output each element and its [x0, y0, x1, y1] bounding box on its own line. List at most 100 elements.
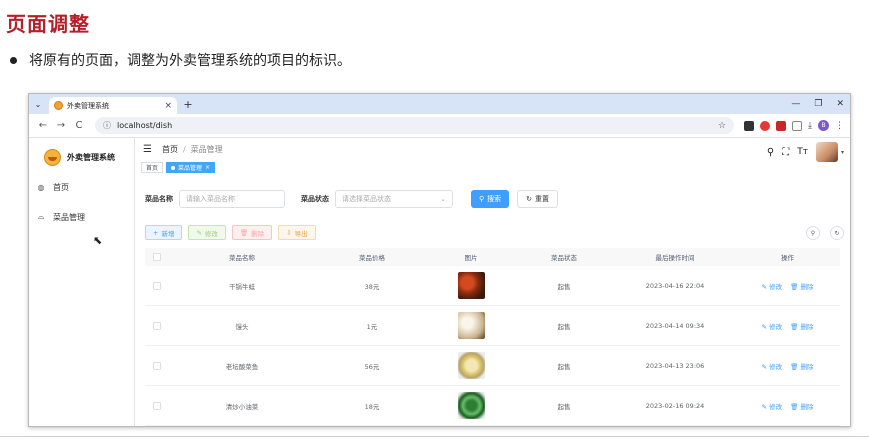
row-edit-label: 修改 [769, 282, 783, 291]
url-text: localhost/dish [117, 121, 173, 130]
table-row: 清炒小油菜 18元 起售 2023-02-16 09:24 ✎ 修改 🗑 删除 [145, 386, 840, 426]
row-edit-button[interactable]: ✎ 修改 [762, 281, 783, 291]
row-delete-button[interactable]: 🗑 删除 [790, 401, 813, 411]
row-checkbox[interactable] [153, 401, 161, 410]
search-button[interactable]: ⚲ 搜索 [471, 190, 510, 208]
new-tab-button[interactable]: + [180, 94, 196, 114]
back-icon[interactable]: ← [35, 120, 51, 131]
select-placeholder: 请选择菜品状态 [342, 195, 391, 203]
extensions-puzzle-icon[interactable] [792, 120, 803, 131]
operation-cell: ✎ 修改 🗑 删除 [735, 361, 840, 371]
search-icon[interactable]: ⚲ [767, 147, 774, 158]
tag-close-icon[interactable]: × [205, 164, 210, 171]
row-edit-button[interactable]: ✎ 修改 [762, 401, 783, 411]
extension-icon[interactable] [744, 120, 755, 131]
edit-button[interactable]: ✎ 修改 [188, 225, 226, 240]
row-checkbox[interactable] [153, 361, 161, 370]
row-delete-label: 删除 [800, 322, 814, 331]
row-checkbox[interactable] [153, 281, 161, 290]
window-close-icon[interactable]: ✕ [836, 99, 844, 109]
delete-button-label: 删除 [251, 229, 265, 238]
dish-status-select[interactable]: 请选择菜品状态 ⌄ [335, 190, 453, 208]
bookmark-star-icon[interactable]: ☆ [718, 121, 726, 131]
row-delete-button[interactable]: 🗑 删除 [790, 281, 813, 291]
reload-icon[interactable]: C [71, 120, 87, 131]
logo-icon [44, 148, 61, 166]
tag-dish[interactable]: 菜品管理 × [166, 162, 216, 173]
row-edit-button[interactable]: ✎ 修改 [762, 361, 783, 371]
sidebar-item-dish[interactable]: ⌓ 菜品管理 [29, 202, 134, 232]
forward-icon[interactable]: → [53, 120, 69, 131]
mouse-cursor-icon: ⬉ [93, 234, 103, 247]
minimize-icon[interactable]: — [791, 99, 800, 109]
divider [0, 436, 869, 437]
dish-image[interactable] [457, 392, 485, 419]
update-time-cell: 2023-02-16 09:24 [645, 401, 705, 410]
edit-icon: ✎ [761, 322, 768, 331]
dish-name-input[interactable]: 请输入菜品名称 [179, 190, 285, 208]
avatar[interactable] [815, 142, 838, 162]
restore-icon[interactable]: ❐ [814, 99, 822, 109]
dish-image[interactable] [457, 272, 485, 299]
extension-icon[interactable] [760, 120, 771, 131]
tag-home[interactable]: 首页 [141, 162, 164, 173]
dish-image[interactable] [457, 352, 485, 379]
sidebar-item-home[interactable]: ◍ 首页 [29, 172, 134, 202]
breadcrumb-home[interactable]: 首页 [162, 144, 178, 155]
row-checkbox[interactable] [153, 321, 161, 330]
column-header: 最后操作时间 [655, 254, 695, 262]
bullet-dot [10, 56, 17, 64]
fullscreen-icon[interactable]: ⛶ [782, 147, 789, 158]
address-bar[interactable]: ⓘ localhost/dish ☆ [95, 117, 735, 134]
tab-close-icon[interactable]: × [164, 101, 172, 111]
reset-button[interactable]: ↻ 重置 [517, 190, 559, 208]
add-button[interactable]: + 新增 [145, 225, 183, 240]
edit-icon: ✎ [761, 402, 768, 411]
row-checkbox-cell [145, 321, 169, 330]
tab-search-icon[interactable]: ⌄ [31, 94, 45, 114]
row-edit-button[interactable]: ✎ 修改 [762, 321, 783, 331]
dish-price-cell: 56元 [364, 362, 380, 371]
plus-icon: + [153, 228, 159, 237]
column-header: 图片 [464, 254, 478, 262]
add-button-label: 新增 [161, 229, 175, 238]
table-row: 老坛酸菜鱼 56元 起售 2023-04-13 23:06 ✎ 修改 🗑 删除 [145, 346, 840, 386]
download-icon[interactable]: ⤓ [808, 121, 812, 131]
trash-icon: 🗑 [790, 322, 799, 331]
reset-button-label: 重置 [535, 195, 550, 203]
row-delete-button[interactable]: 🗑 删除 [790, 321, 813, 331]
toggle-search-icon[interactable]: ⚲ [806, 226, 820, 240]
operation-cell: ✎ 修改 🗑 删除 [735, 281, 840, 291]
dish-image[interactable] [457, 312, 485, 339]
profile-avatar-icon[interactable]: B [818, 120, 829, 131]
column-header: 菜品名称 [229, 254, 255, 262]
row-delete-label: 删除 [800, 282, 814, 291]
edit-button-label: 修改 [204, 229, 218, 238]
chevron-down-icon[interactable]: ▾ [841, 149, 844, 156]
row-checkbox-cell [145, 281, 169, 290]
search-icon: ⚲ [479, 195, 485, 203]
slide-bullet: 将原有的页面，调整为外卖管理系统的项目的标识。 [10, 50, 351, 70]
extension-icons: ⤓ B ⋮ [744, 120, 844, 131]
row-delete-label: 删除 [800, 402, 814, 411]
column-header: 菜品状态 [551, 254, 577, 262]
row-delete-button[interactable]: 🗑 删除 [790, 361, 813, 371]
site-info-icon[interactable]: ⓘ [103, 120, 111, 131]
column-header: 菜品价格 [359, 254, 385, 262]
trash-icon: 🗑 [790, 402, 799, 411]
row-checkbox-cell [145, 401, 169, 410]
hamburger-icon[interactable]: ☰ [143, 144, 152, 155]
refresh-icon[interactable]: ↻ [830, 226, 844, 240]
browser-menu-icon[interactable]: ⋮ [835, 121, 844, 131]
search-form: 菜品名称 请输入菜品名称 菜品状态 请选择菜品状态 ⌄ ⚲ 搜索 ↻ 重置 [145, 190, 559, 208]
browser-tab[interactable]: 外卖管理系统 × [49, 97, 177, 114]
navbar: ☰ 首页 / 菜品管理 ⚲ ⛶ Tт ▾ [135, 138, 850, 162]
font-size-icon[interactable]: Tт [797, 147, 808, 157]
delete-button[interactable]: 🗑 删除 [231, 225, 273, 240]
dish-price-cell: 18元 [364, 402, 380, 411]
extension-icon[interactable] [776, 120, 787, 131]
select-all-checkbox[interactable] [153, 253, 161, 261]
dish-table: 菜品名称 菜品价格 图片 菜品状态 最后操作时间 操作 干锅牛蛙 38元 起售 202… [145, 248, 840, 426]
export-button[interactable]: ⇩ 导出 [278, 225, 316, 240]
dish-name-cell: 馒头 [235, 322, 249, 331]
